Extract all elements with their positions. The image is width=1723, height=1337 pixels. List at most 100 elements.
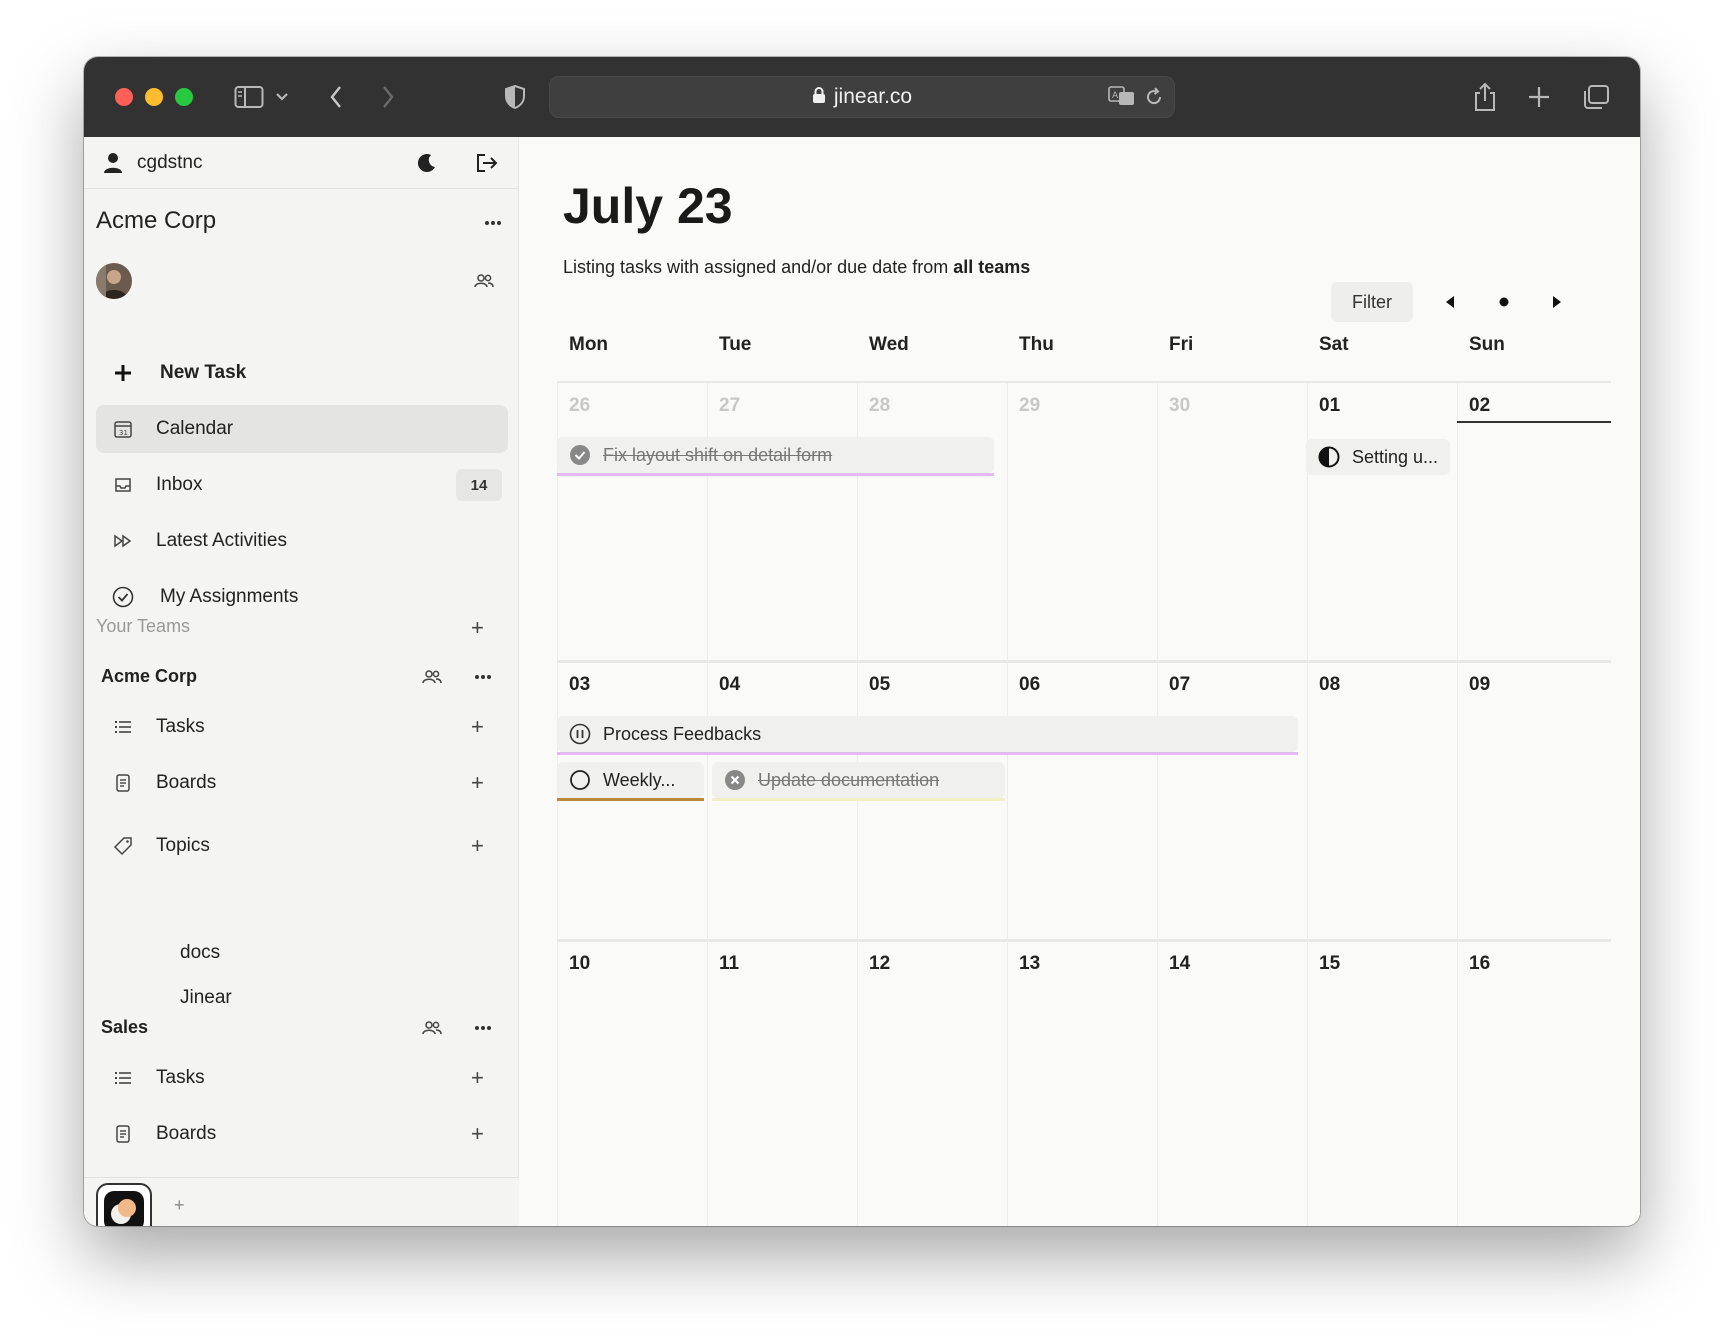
day-number[interactable]: 28 xyxy=(869,395,890,417)
team-name[interactable]: Acme Corp xyxy=(101,666,197,687)
task-event[interactable]: Weekly... xyxy=(557,762,704,798)
day-divider xyxy=(1007,383,1008,1226)
address-bar[interactable]: jinear.co A xyxy=(549,76,1175,118)
zoom-window-button[interactable] xyxy=(175,88,193,106)
day-divider xyxy=(557,383,558,1226)
sidebar-item-label: My Assignments xyxy=(160,586,299,607)
topic-item[interactable]: docs xyxy=(180,942,220,964)
add-workspace-button[interactable]: + xyxy=(174,1196,185,1214)
day-number[interactable]: 03 xyxy=(569,674,590,696)
sidebar-item-my-assignments[interactable]: My Assignments xyxy=(96,573,508,621)
page-subtitle: Listing tasks with assigned and/or due d… xyxy=(563,257,1030,278)
svg-text:A: A xyxy=(1112,91,1119,101)
new-task-button[interactable]: New Task xyxy=(96,349,508,397)
day-number[interactable]: 14 xyxy=(1169,953,1190,975)
tab-overview-icon[interactable] xyxy=(1581,79,1611,115)
dark-mode-moon-icon[interactable] xyxy=(414,150,440,176)
day-divider xyxy=(1307,383,1308,1226)
day-number[interactable]: 29 xyxy=(1019,395,1040,417)
sidebar-item-tasks[interactable]: Tasks + xyxy=(96,703,508,751)
privacy-shield-icon[interactable] xyxy=(502,79,528,115)
day-number[interactable]: 15 xyxy=(1319,953,1340,975)
team-members-icon[interactable] xyxy=(420,667,444,687)
back-arrow-icon[interactable] xyxy=(324,79,348,115)
task-accent-bar xyxy=(712,798,1005,801)
forward-arrow-icon[interactable] xyxy=(376,79,400,115)
sidebar-item-label: Latest Activities xyxy=(156,530,287,551)
task-event[interactable]: Setting u... xyxy=(1306,439,1450,475)
board-icon xyxy=(112,1123,134,1145)
workspace-name: Acme Corp xyxy=(96,207,217,234)
day-number[interactable]: 11 xyxy=(719,953,739,975)
task-title: Setting u... xyxy=(1352,446,1439,467)
logout-icon[interactable] xyxy=(474,150,500,176)
weekday-header: Sat xyxy=(1319,334,1349,355)
weekday-header: Thu xyxy=(1019,334,1054,355)
reload-icon[interactable] xyxy=(1144,87,1164,112)
add-topic-button[interactable]: + xyxy=(471,835,484,857)
translate-icon[interactable]: A xyxy=(1108,85,1136,112)
day-number[interactable]: 27 xyxy=(719,395,740,417)
minimize-window-button[interactable] xyxy=(145,88,163,106)
new-tab-icon[interactable] xyxy=(1526,79,1552,115)
close-window-button[interactable] xyxy=(115,88,133,106)
task-title: Weekly... xyxy=(603,769,676,790)
team-members-icon[interactable] xyxy=(420,1018,444,1038)
task-title: Process Feedbacks xyxy=(603,723,762,744)
workspace-logo-button[interactable] xyxy=(96,1183,152,1226)
day-number[interactable]: 13 xyxy=(1019,953,1040,975)
sidebar-item-calendar[interactable]: 31 Calendar xyxy=(96,405,508,453)
workspace-more-icon[interactable] xyxy=(480,215,506,231)
sidebar-item-inbox[interactable]: Inbox 14 xyxy=(96,461,508,509)
user-bar: cgdstnc xyxy=(84,137,519,189)
add-team-button[interactable]: + xyxy=(471,617,484,639)
sidebar-item-latest-activities[interactable]: Latest Activities xyxy=(96,517,508,565)
add-board-button[interactable]: + xyxy=(471,1123,484,1145)
cancelled-x-icon xyxy=(724,769,746,791)
team-more-icon[interactable] xyxy=(470,671,496,683)
task-event[interactable]: Process Feedbacks xyxy=(557,716,1298,752)
add-board-button[interactable]: + xyxy=(471,772,484,794)
sidebar-item-label: Tasks xyxy=(156,1067,205,1088)
todo-circle-icon xyxy=(569,769,591,791)
day-number[interactable]: 10 xyxy=(569,953,590,975)
task-event[interactable]: Update documentation xyxy=(712,762,1005,798)
sidebar-item-topics[interactable]: Topics + xyxy=(96,822,508,870)
team-more-icon[interactable] xyxy=(470,1022,496,1034)
members-icon[interactable] xyxy=(472,271,496,291)
day-number[interactable]: 26 xyxy=(569,395,590,417)
sidebar-item-boards[interactable]: Boards + xyxy=(96,1110,508,1158)
sidebar-toggle-icon[interactable] xyxy=(232,79,266,115)
day-number[interactable]: 12 xyxy=(869,953,890,975)
day-number[interactable]: 07 xyxy=(1169,674,1190,696)
day-number[interactable]: 05 xyxy=(869,674,890,696)
day-number[interactable]: 30 xyxy=(1169,395,1190,417)
day-divider xyxy=(857,383,858,1226)
day-number-today[interactable]: 02 xyxy=(1469,395,1490,417)
sidebar-item-tasks[interactable]: Tasks + xyxy=(96,1054,508,1102)
done-check-icon xyxy=(569,444,591,466)
task-title: Update documentation xyxy=(758,769,940,790)
weekday-header: Wed xyxy=(869,334,909,355)
day-number[interactable]: 04 xyxy=(719,674,740,696)
topic-item[interactable]: Jinear xyxy=(180,987,232,1009)
share-icon[interactable] xyxy=(1472,79,1498,115)
today-indicator xyxy=(1457,421,1611,423)
sidebar-item-boards[interactable]: Boards + xyxy=(96,759,508,807)
task-event[interactable]: Fix layout shift on detail form xyxy=(557,437,994,473)
day-number[interactable]: 08 xyxy=(1319,674,1340,696)
task-accent-bar xyxy=(557,473,994,476)
week-divider xyxy=(557,381,1611,383)
chevron-down-icon[interactable] xyxy=(272,79,292,115)
team-name[interactable]: Sales xyxy=(101,1017,148,1038)
sidebar-item-label: Inbox xyxy=(156,474,203,495)
add-task-button[interactable]: + xyxy=(471,716,484,738)
day-number[interactable]: 09 xyxy=(1469,674,1490,696)
day-number[interactable]: 01 xyxy=(1319,395,1340,417)
paused-icon xyxy=(569,723,591,745)
weekday-header: Mon xyxy=(569,334,609,355)
day-number[interactable]: 16 xyxy=(1469,953,1490,975)
day-number[interactable]: 06 xyxy=(1019,674,1040,696)
avatar[interactable] xyxy=(96,263,132,299)
add-task-button[interactable]: + xyxy=(471,1067,484,1089)
